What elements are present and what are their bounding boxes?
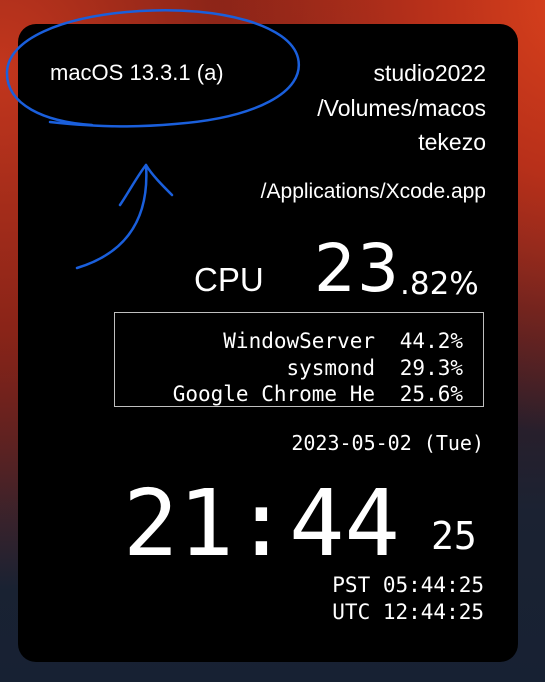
process-row: WindowServer 44.2% [223, 329, 463, 353]
process-cpu: 29.3% [399, 356, 463, 380]
timezone-utc-time: UTC 12:44:25 [332, 600, 484, 624]
cpu-usage-integer: 23 [314, 230, 400, 307]
system-info-widget: macOS 13.3.1 (a) studio2022 /Volumes/mac… [18, 24, 518, 662]
frontmost-app-path-label: /Applications/Xcode.app [260, 180, 486, 203]
process-cpu: 25.6% [399, 382, 463, 406]
date-label: 2023-05-02 (Tue) [291, 431, 484, 455]
process-name: WindowServer [223, 329, 375, 353]
cpu-label: CPU [194, 261, 264, 298]
clock-hours-minutes: 21:44 [123, 470, 400, 577]
process-row: sysmond 29.3% [286, 356, 463, 380]
cpu-usage-fraction: .82% [400, 266, 479, 302]
volume-path-label: /Volumes/macos [317, 95, 486, 121]
clock-seconds: 25 [431, 514, 477, 558]
os-version-label: macOS 13.3.1 (a) [50, 60, 224, 85]
timezone-pst-time: PST 05:44:25 [332, 573, 484, 597]
top-processes-box: WindowServer 44.2% sysmond 29.3% Google … [114, 312, 484, 407]
hostname-label: studio2022 [373, 60, 486, 86]
process-name: sysmond [286, 356, 375, 380]
process-name: Google Chrome He [172, 382, 375, 406]
process-cpu: 44.2% [399, 329, 463, 353]
username-label: tekezo [418, 129, 486, 155]
process-row: Google Chrome He 25.6% [173, 382, 463, 406]
